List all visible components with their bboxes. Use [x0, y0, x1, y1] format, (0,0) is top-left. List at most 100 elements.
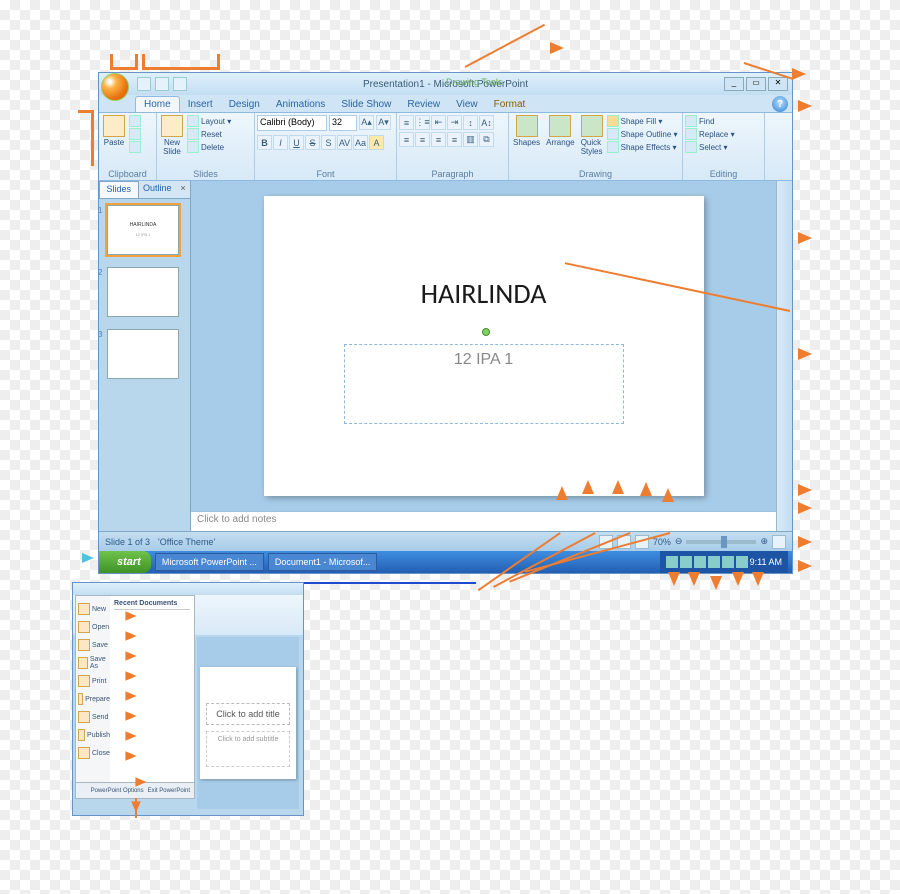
- underline-button[interactable]: U: [289, 135, 304, 150]
- grow-font-button[interactable]: A▴: [359, 115, 374, 130]
- align-center-button[interactable]: ≡: [415, 132, 430, 147]
- start-button[interactable]: start: [99, 551, 151, 573]
- panel-close-icon[interactable]: ×: [176, 181, 190, 198]
- taskbar-app-powerpoint[interactable]: Microsoft PowerPoint ...: [155, 553, 264, 571]
- normal-view-button[interactable]: [599, 535, 613, 549]
- office-menu-prepare[interactable]: Prepare: [76, 690, 110, 708]
- font-size-combo[interactable]: 32: [329, 115, 357, 131]
- qat-undo-icon[interactable]: [155, 77, 169, 91]
- fit-window-button[interactable]: [772, 535, 786, 549]
- panel-tab-slides[interactable]: Slides: [99, 181, 139, 198]
- rotation-handle-icon[interactable]: [482, 328, 490, 336]
- tab-slide-show[interactable]: Slide Show: [333, 97, 399, 112]
- bullets-button[interactable]: ≡: [399, 115, 414, 130]
- shape-outline-button[interactable]: Shape Outline ▾: [607, 128, 678, 140]
- find-button[interactable]: Find: [685, 115, 735, 127]
- strike-button[interactable]: S: [305, 135, 320, 150]
- italic-button[interactable]: I: [273, 135, 288, 150]
- new-slide-button[interactable]: New Slide: [159, 115, 185, 156]
- office-menu-send[interactable]: Send: [76, 708, 110, 726]
- slide-thumbnail-3[interactable]: 3: [107, 329, 179, 379]
- slideshow-view-button[interactable]: [635, 535, 649, 549]
- quick-styles-icon: [581, 115, 603, 137]
- tab-review[interactable]: Review: [399, 97, 448, 112]
- shrink-font-button[interactable]: A▾: [376, 115, 391, 130]
- increase-indent-button[interactable]: ⇥: [447, 115, 462, 130]
- char-spacing-button[interactable]: AV: [337, 135, 352, 150]
- tab-insert[interactable]: Insert: [180, 97, 221, 112]
- bold-button[interactable]: B: [257, 135, 272, 150]
- align-right-button[interactable]: ≡: [431, 132, 446, 147]
- notes-pane[interactable]: Click to add notes: [191, 511, 776, 531]
- panel-tab-outline[interactable]: Outline: [139, 181, 177, 198]
- justify-button[interactable]: ≡: [447, 132, 462, 147]
- window-close-button[interactable]: ✕: [768, 77, 788, 91]
- numbering-button[interactable]: ⋮≡: [415, 115, 430, 130]
- slide-thumbnail-2[interactable]: 2: [107, 267, 179, 317]
- vertical-scrollbar[interactable]: [776, 181, 792, 531]
- office-menu-publish[interactable]: Publish: [76, 726, 110, 744]
- shadow-button[interactable]: S: [321, 135, 336, 150]
- window-maximize-button[interactable]: ▭: [746, 77, 766, 91]
- slide-thumbnail-1[interactable]: 1 HAIRLINDA 12 IPA 1: [107, 205, 179, 255]
- office-menu-new[interactable]: New: [76, 600, 110, 618]
- line-spacing-button[interactable]: ↕: [463, 115, 478, 130]
- tab-view[interactable]: View: [448, 97, 486, 112]
- office-menu-print[interactable]: Print: [76, 672, 110, 690]
- prepare-icon: [78, 693, 83, 705]
- paste-button[interactable]: Paste: [101, 115, 127, 147]
- zoom-slider[interactable]: [686, 540, 756, 544]
- change-case-button[interactable]: Aa: [353, 135, 368, 150]
- reset-icon: [187, 128, 199, 140]
- slide-canvas[interactable]: HAIRLINDA 12 IPA 1: [264, 196, 704, 496]
- subtitle-text[interactable]: 12 IPA 1: [454, 351, 513, 369]
- office-menu-save[interactable]: Save: [76, 636, 110, 654]
- shape-effects-button[interactable]: Shape Effects ▾: [607, 141, 678, 153]
- format-painter-button[interactable]: [129, 141, 141, 153]
- shape-fill-button[interactable]: Shape Fill ▾: [607, 115, 678, 127]
- mini-title-placeholder[interactable]: Click to add title: [206, 703, 290, 725]
- reset-button[interactable]: Reset: [187, 128, 231, 140]
- replace-button[interactable]: Replace ▾: [685, 128, 735, 140]
- group-paragraph: ≡ ⋮≡ ⇤ ⇥ ↕ A↕ ≡ ≡ ≡ ≡ ▥ ⧉ Paragraph: [397, 113, 509, 180]
- ribbon-tab-strip: Home Insert Design Animations Slide Show…: [99, 95, 792, 113]
- window-minimize-button[interactable]: _: [724, 77, 744, 91]
- decrease-indent-button[interactable]: ⇤: [431, 115, 446, 130]
- qat-save-icon[interactable]: [137, 77, 151, 91]
- text-direction-button[interactable]: A↕: [479, 115, 494, 130]
- quick-styles-button[interactable]: Quick Styles: [579, 115, 605, 156]
- office-menu-open[interactable]: Open: [76, 618, 110, 636]
- mini-subtitle-placeholder[interactable]: Click to add subtitle: [206, 731, 290, 767]
- font-color-button[interactable]: A: [369, 135, 384, 150]
- subtitle-placeholder[interactable]: 12 IPA 1: [344, 344, 624, 424]
- align-left-button[interactable]: ≡: [399, 132, 414, 147]
- tab-format[interactable]: Format: [486, 97, 534, 112]
- delete-button[interactable]: Delete: [187, 141, 231, 153]
- sorter-view-button[interactable]: [617, 535, 631, 549]
- tab-animations[interactable]: Animations: [268, 97, 333, 112]
- tab-design[interactable]: Design: [221, 97, 268, 112]
- new-icon: [78, 603, 90, 615]
- powerpoint-options-button[interactable]: PowerPoint Options: [91, 788, 144, 794]
- font-name-combo[interactable]: Calibri (Body): [257, 115, 327, 131]
- taskbar-app-word[interactable]: Document1 - Microsof...: [268, 553, 378, 571]
- annotation-arrow: [792, 68, 806, 80]
- annotation-arrow: [798, 484, 812, 496]
- arrange-button[interactable]: Arrange: [544, 115, 576, 147]
- layout-button[interactable]: Layout ▾: [187, 115, 231, 127]
- columns-button[interactable]: ▥: [463, 132, 478, 147]
- help-icon[interactable]: ?: [772, 96, 788, 112]
- layout-icon: [187, 115, 199, 127]
- exit-powerpoint-button[interactable]: Exit PowerPoint: [148, 788, 190, 794]
- slide-title-text[interactable]: HAIRLINDA: [264, 276, 704, 311]
- copy-button[interactable]: [129, 128, 141, 140]
- smartart-button[interactable]: ⧉: [479, 132, 494, 147]
- shapes-button[interactable]: Shapes: [511, 115, 542, 147]
- office-menu-save-as[interactable]: Save As: [76, 654, 110, 672]
- qat-redo-icon[interactable]: [173, 77, 187, 91]
- select-button[interactable]: Select ▾: [685, 141, 735, 153]
- office-menu-close[interactable]: Close: [76, 744, 110, 762]
- tab-home[interactable]: Home: [135, 96, 180, 112]
- office-button[interactable]: [101, 73, 129, 101]
- cut-button[interactable]: [129, 115, 141, 127]
